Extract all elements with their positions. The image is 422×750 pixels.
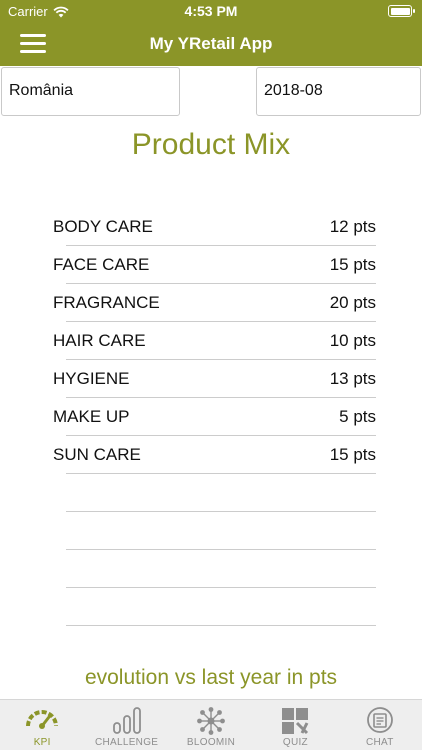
product-name: HYGIENE: [53, 369, 130, 388]
product-value: 20 pts: [329, 293, 376, 312]
network-icon: [197, 707, 225, 735]
tab-label: CHALLENGE: [94, 737, 159, 748]
battery-icon: [388, 5, 415, 17]
product-name: BODY CARE: [53, 217, 153, 236]
product-row: BODY CARE 12 pts: [53, 208, 376, 246]
bars-icon: [112, 707, 141, 734]
product-mix-list: BODY CARE 12 pts FACE CARE 15 pts FRAGRA…: [53, 208, 376, 626]
product-row: SUN CARE 15 pts: [53, 436, 376, 474]
product-row: HAIR CARE 10 pts: [53, 322, 376, 360]
tab-challenge[interactable]: CHALLENGE: [84, 700, 168, 750]
product-row: MAKE UP 5 pts: [53, 398, 376, 436]
tab-chat[interactable]: CHAT: [338, 700, 422, 750]
row-divider: [66, 625, 376, 626]
nav-bar: My YRetail App: [0, 22, 422, 66]
page-title: Product Mix: [131, 128, 291, 161]
product-value: 15 pts: [329, 445, 376, 464]
status-time: 4:53 PM: [184, 3, 238, 19]
product-row: HYGIENE 13 pts: [53, 360, 376, 398]
gauge-icon: [26, 710, 59, 729]
tab-label: KPI: [33, 737, 51, 748]
product-name: MAKE UP: [53, 407, 130, 426]
product-value: 5 pts: [339, 407, 376, 426]
product-name: FACE CARE: [53, 255, 150, 274]
empty-row: [53, 588, 376, 626]
chat-icon: [366, 707, 393, 733]
tab-bloomin[interactable]: BLOOMIN: [169, 700, 253, 750]
empty-row: [53, 474, 376, 512]
tab-kpi[interactable]: KPI: [0, 700, 84, 750]
country-selector[interactable]: România: [1, 67, 180, 116]
product-value: 12 pts: [329, 217, 376, 236]
status-bar: Carrier 4:53 PM: [0, 0, 422, 22]
empty-row: [53, 512, 376, 550]
tab-quiz[interactable]: QUIZ: [253, 700, 337, 750]
tab-bar: KPI CHALLENGE BLOOMIN QUIZ CHAT: [0, 699, 422, 750]
product-row: FACE CARE 15 pts: [53, 246, 376, 284]
product-name: HAIR CARE: [53, 331, 146, 350]
product-value: 15 pts: [329, 255, 376, 274]
product-name: FRAGRANCE: [53, 293, 160, 312]
tab-label: BLOOMIN: [186, 737, 236, 748]
puzzle-icon: [282, 708, 309, 735]
app-title: My YRetail App: [149, 34, 273, 53]
tab-label: QUIZ: [282, 737, 308, 748]
tab-label: CHAT: [365, 737, 394, 748]
empty-row: [53, 550, 376, 588]
product-value: 13 pts: [329, 369, 376, 388]
evolution-title: evolution vs last year in pts: [84, 666, 338, 689]
product-name: SUN CARE: [53, 445, 141, 464]
product-row: FRAGRANCE 20 pts: [53, 284, 376, 322]
period-selector[interactable]: 2018-08: [256, 67, 421, 116]
product-value: 10 pts: [329, 331, 376, 350]
